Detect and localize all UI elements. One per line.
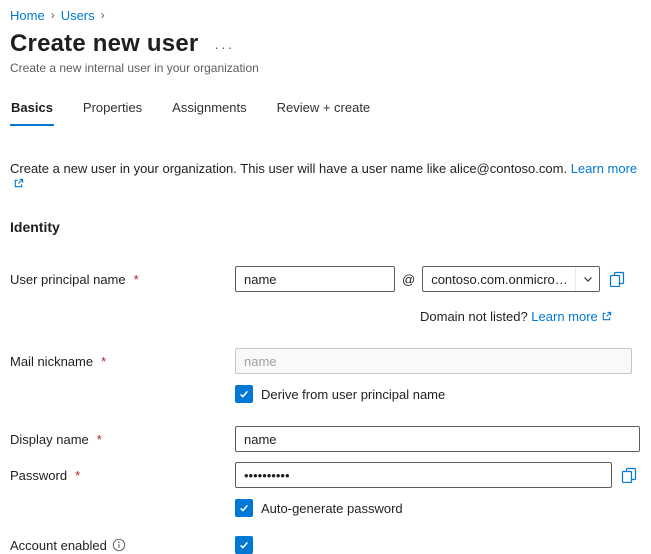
autogen-password-checkbox-label[interactable]: Auto-generate password: [261, 501, 403, 516]
account-enabled-row: Account enabled: [10, 536, 641, 554]
password-label: Password *: [10, 468, 235, 483]
derive-checkbox-row: Derive from user principal name: [235, 385, 641, 403]
tab-basics[interactable]: Basics: [10, 96, 54, 126]
external-link-icon: [13, 177, 24, 192]
mail-nickname-row: Mail nickname *: [10, 348, 641, 374]
breadcrumb-separator: ›: [51, 8, 55, 22]
identity-section-heading: Identity: [10, 219, 641, 235]
at-symbol: @: [402, 272, 415, 287]
account-enabled-label: Account enabled: [10, 538, 235, 553]
create-user-page: Home › Users › Create new user ··· Creat…: [0, 0, 651, 554]
upn-row: User principal name * @ contoso.com.onmic…: [10, 266, 641, 292]
title-row: Create new user ···: [10, 30, 641, 58]
password-row: Password *: [10, 462, 641, 488]
breadcrumb-home-link[interactable]: Home: [10, 8, 45, 23]
page-subtitle: Create a new internal user in your organ…: [10, 61, 641, 75]
mail-nickname-label: Mail nickname *: [10, 354, 235, 369]
info-icon[interactable]: [112, 538, 126, 552]
intro-text: Create a new user in your organization. …: [10, 161, 641, 192]
intro-sentence: Create a new user in your organization. …: [10, 161, 567, 176]
upn-label-text: User principal name: [10, 272, 126, 287]
derive-checkbox-label[interactable]: Derive from user principal name: [261, 387, 445, 402]
display-name-label: Display name *: [10, 432, 235, 447]
domain-dropdown[interactable]: contoso.com.onmicroso...: [422, 266, 600, 292]
mail-nickname-label-text: Mail nickname: [10, 354, 93, 369]
upn-label: User principal name *: [10, 272, 235, 287]
breadcrumb-separator: ›: [101, 8, 105, 22]
display-name-label-text: Display name: [10, 432, 89, 447]
password-input[interactable]: [235, 462, 612, 488]
copy-upn-button[interactable]: [609, 271, 625, 287]
autogen-password-checkbox[interactable]: [235, 499, 253, 517]
tab-properties[interactable]: Properties: [82, 96, 143, 126]
account-enabled-label-text: Account enabled: [10, 538, 107, 553]
required-mark: *: [75, 468, 80, 483]
required-mark: *: [97, 432, 102, 447]
password-label-text: Password: [10, 468, 67, 483]
breadcrumb-users-link[interactable]: Users: [61, 8, 95, 23]
domain-learn-more-link[interactable]: Learn more: [531, 309, 597, 324]
display-name-input[interactable]: [235, 426, 640, 452]
display-name-row: Display name *: [10, 426, 641, 452]
more-menu-button[interactable]: ···: [214, 34, 234, 54]
chevron-down-icon: [575, 267, 599, 291]
identity-form: User principal name * @ contoso.com.onmic…: [10, 266, 641, 554]
tab-bar: Basics Properties Assignments Review + c…: [10, 96, 641, 126]
tab-assignments[interactable]: Assignments: [171, 96, 247, 126]
autogen-checkbox-row: Auto-generate password: [235, 499, 641, 517]
intro-learn-more-link[interactable]: Learn more: [571, 161, 637, 176]
required-mark: *: [101, 354, 106, 369]
derive-checkbox[interactable]: [235, 385, 253, 403]
required-mark: *: [134, 272, 139, 287]
external-link-icon: [601, 310, 612, 325]
account-enabled-checkbox[interactable]: [235, 536, 253, 554]
page-title: Create new user: [10, 30, 198, 58]
tab-review-create[interactable]: Review + create: [276, 96, 372, 126]
copy-password-button[interactable]: [621, 467, 637, 483]
breadcrumb: Home › Users ›: [10, 6, 641, 24]
domain-dropdown-value: contoso.com.onmicroso...: [423, 272, 575, 287]
domain-hint-row: Domain not listed? Learn more: [420, 309, 641, 325]
upn-input[interactable]: [235, 266, 395, 292]
mail-nickname-input: [235, 348, 632, 374]
domain-hint-text: Domain not listed?: [420, 309, 528, 324]
